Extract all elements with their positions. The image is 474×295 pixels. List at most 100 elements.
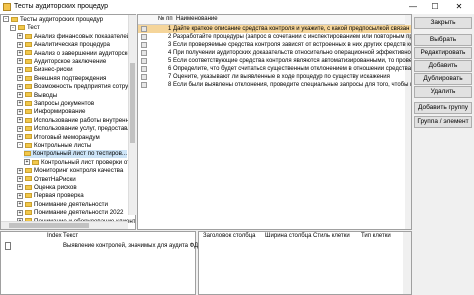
grid-row[interactable]: 6 Определите, что будет считаться сущест… (138, 65, 412, 73)
tree-item[interactable]: + Оценка рисков (17, 184, 77, 192)
columns-vertical-scrollbar[interactable] (403, 232, 411, 294)
expand-icon[interactable]: + (17, 49, 23, 56)
app-window: Тесты аудиторских процедур — ☐ ✕ - Тесты … (0, 0, 474, 295)
tree-item-label: Аудиторское заключение (34, 58, 107, 65)
tree-item-label: Использование услуг, предоставл... (34, 125, 136, 133)
expand-icon[interactable]: + (17, 175, 23, 182)
tree-item[interactable]: - Тест (10, 24, 40, 32)
procedures-tree[interactable]: - Тесты аудиторских процедур - Тест + Анализ … (0, 14, 136, 230)
tree-item[interactable]: + Запросы документов (17, 100, 94, 108)
tree-item[interactable]: + ОтветНаРиски (17, 176, 76, 184)
tree-item[interactable]: + Бизнес-риски (17, 66, 73, 74)
tree-item[interactable]: + Аналитическая процедура (17, 41, 110, 49)
expand-icon[interactable]: + (17, 83, 23, 90)
tree-item[interactable]: + Анализ финансовых показателей (17, 33, 130, 41)
tree-item[interactable]: + Контрольный лист проверки от... (24, 159, 134, 167)
tree-item[interactable]: + Мониторинг контроля качества (17, 167, 123, 175)
expand-icon[interactable]: + (17, 33, 23, 40)
questions-grid[interactable]: № пп Наименование 1 Дайте краткое описан… (137, 14, 412, 230)
grid-row[interactable]: 7 Оцените, указывают ли выявленные в ход… (138, 73, 411, 81)
grid-row-text: 6 Определите, что будет считаться сущест… (168, 66, 412, 72)
column-header-width[interactable]: Ширина столбца (265, 233, 311, 239)
grid-row[interactable]: 4 При получении аудиторских доказательст… (138, 49, 412, 57)
collapse-icon[interactable]: - (10, 24, 16, 31)
tree-item[interactable]: - Контрольные листы (17, 142, 91, 150)
column-header-text[interactable]: Текст (63, 233, 78, 239)
tree-item[interactable]: + Аудиторское заключение (17, 58, 106, 66)
column-header-style[interactable]: Стиль клетки (313, 233, 350, 239)
collapse-icon[interactable]: - (17, 142, 23, 149)
column-header-name[interactable]: Наименование (176, 16, 218, 22)
expand-icon[interactable]: + (17, 75, 23, 82)
tree-item[interactable]: + Использование работы внутреннего... (17, 117, 135, 125)
delete-button[interactable]: Удалить (414, 86, 472, 98)
expand-icon[interactable]: + (17, 209, 23, 216)
tree-item[interactable]: + Возможность предприятия сотруд... (17, 83, 135, 91)
duplicate-button[interactable]: Дублировать (414, 73, 472, 85)
grid-row-text: 4 При получении аудиторских доказательст… (168, 50, 412, 56)
tree-item[interactable]: - Тесты аудиторских процедур (3, 16, 103, 24)
expand-icon[interactable]: + (17, 66, 23, 73)
column-header-title[interactable]: Заголовок столбца (203, 233, 255, 239)
expand-icon[interactable]: + (17, 41, 23, 48)
add-button[interactable]: Добавить (414, 60, 472, 72)
tree-item[interactable]: + Выводы (17, 92, 57, 100)
tree-vertical-scrollbar[interactable] (128, 15, 136, 215)
expand-icon[interactable]: + (17, 108, 23, 115)
folder-icon (25, 42, 32, 48)
folder-icon (25, 142, 32, 148)
maximize-button[interactable]: ☐ (424, 0, 446, 14)
minimize-button[interactable]: — (402, 0, 424, 14)
tree-item[interactable]: + Первая проверка (17, 192, 84, 200)
document-icon (5, 242, 11, 250)
title-bar: Тесты аудиторских процедур — ☐ ✕ (0, 0, 474, 14)
expand-icon[interactable]: + (17, 167, 23, 174)
expand-icon[interactable]: + (17, 133, 23, 140)
group-element-button[interactable]: Группа / элемент (414, 116, 472, 128)
tree-item[interactable]: Контрольный лист по тестиров... (24, 150, 128, 159)
expand-icon[interactable]: + (17, 100, 23, 107)
expand-icon[interactable]: + (17, 192, 23, 199)
edit-button[interactable]: Редактировать (414, 47, 472, 59)
scroll-thumb[interactable] (130, 63, 135, 143)
tree-item[interactable]: + Понимание деятельности (17, 201, 108, 209)
columns-panel[interactable]: Заголовок столбца Ширина столбца Стиль к… (198, 231, 412, 295)
close-button[interactable]: Закрыть (414, 17, 472, 29)
tree-item-label: Тесты аудиторских процедур (20, 16, 104, 23)
tree-item[interactable]: + Информирование (17, 108, 85, 116)
tree-item[interactable]: + Анализ о завершении аудиторского (17, 49, 136, 58)
folder-icon (25, 176, 32, 182)
expand-icon[interactable]: + (17, 184, 23, 191)
grid-row[interactable]: 2 Разработайте процедуры (запрос в сочет… (138, 33, 411, 41)
tree-item[interactable]: + Использование услуг, предоставл... (17, 125, 136, 133)
column-header-cell-type[interactable]: Тип клетки (361, 233, 391, 239)
tree-item-label: Первая проверка (34, 192, 84, 200)
column-header-num[interactable]: № пп (158, 16, 173, 22)
expand-icon[interactable]: + (17, 58, 23, 65)
column-header-index[interactable]: Index (47, 233, 62, 239)
add-group-button[interactable]: Добавить группу (414, 102, 472, 114)
tree-horizontal-scrollbar[interactable] (1, 221, 128, 229)
expand-icon[interactable]: + (17, 125, 23, 132)
tree-item-label: Анализ о завершении аудиторского (34, 49, 136, 57)
grid-row[interactable]: 3 Если проверяемые средства контроля зав… (138, 41, 411, 49)
expand-icon[interactable]: + (17, 117, 23, 124)
folder-icon (25, 92, 32, 98)
collapse-icon[interactable]: - (3, 16, 9, 23)
select-button[interactable]: Выбрать (414, 34, 472, 46)
folder-icon (11, 16, 18, 22)
text-panel[interactable]: Index Текст Выявление контролей, значимы… (0, 231, 207, 295)
grid-row[interactable]: 1 Дайте краткое описание средства контро… (138, 25, 411, 33)
tree-item[interactable]: + Итоговый меморандум (17, 134, 100, 142)
expand-icon[interactable]: + (17, 201, 23, 208)
expand-icon[interactable]: + (17, 91, 23, 98)
folder-icon (25, 134, 32, 140)
scroll-thumb[interactable] (9, 223, 89, 228)
text-row[interactable]: Выявление контролей, значимых для аудита… (63, 243, 207, 249)
grid-row[interactable]: 8 Если были выявлены отклонения, проведи… (138, 81, 411, 89)
grid-row[interactable]: 5 Если соответствующие средства контроля… (138, 57, 411, 65)
tree-item[interactable]: + Понимание деятельности 2022 (17, 209, 123, 217)
tree-item[interactable]: + Внешняя подтверждения (17, 75, 106, 83)
expand-icon[interactable]: + (24, 159, 30, 166)
close-window-button[interactable]: ✕ (448, 0, 470, 14)
